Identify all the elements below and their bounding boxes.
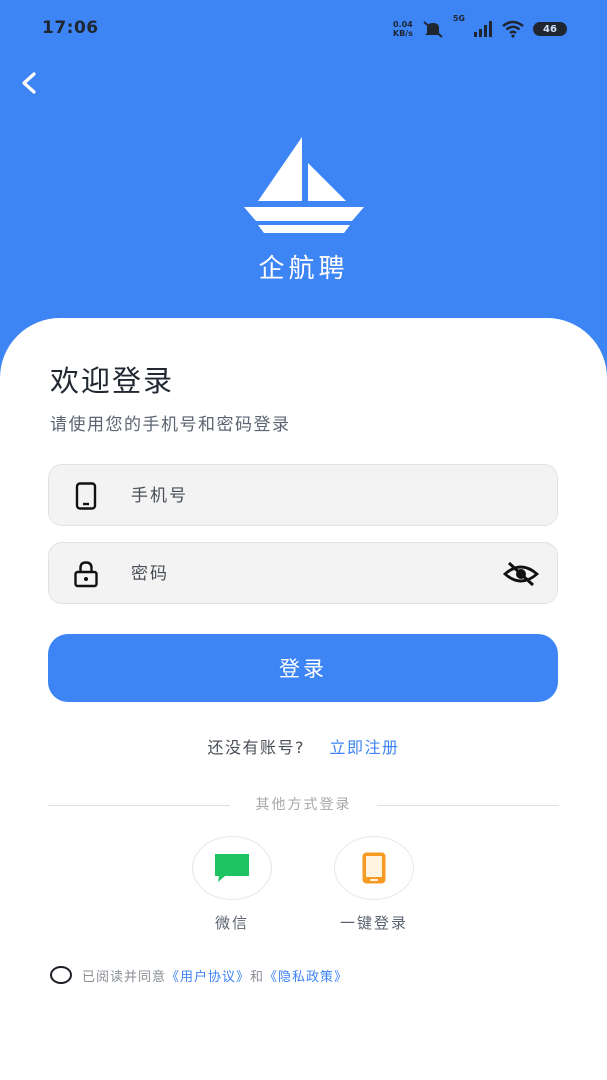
user-agreement-link[interactable]: 《用户协议》 — [166, 970, 250, 985]
net-speed: 0.04 KB/s — [392, 20, 413, 38]
app-name: 企航聘 — [258, 254, 349, 284]
wechat-login-button[interactable] — [192, 836, 272, 900]
welcome-title: 欢迎登录 — [50, 364, 175, 398]
privacy-policy-link[interactable]: 《隐私政策》 — [264, 970, 348, 985]
mute-icon — [423, 21, 443, 38]
other-login-title: 其他方式登录 — [255, 797, 352, 813]
divider-right — [377, 805, 559, 806]
back-icon[interactable] — [12, 66, 46, 100]
password-field — [48, 542, 558, 604]
onekey-login-button[interactable] — [334, 836, 414, 900]
sailboat-logo-icon — [244, 137, 364, 233]
status-bar: 17:06 0.04 KB/s 5G 46 — [0, 0, 607, 58]
mobile-phone-icon — [362, 852, 386, 884]
network-type: 5G — [452, 14, 465, 23]
register-link[interactable]: 立即注册 — [330, 738, 400, 757]
register-question: 还没有账号? — [207, 738, 305, 757]
eye-off-icon[interactable] — [503, 560, 539, 588]
agreement-text: 已阅读并同意《用户协议》和《隐私政策》 — [82, 969, 349, 985]
onekey-label: 一键登录 — [339, 914, 408, 932]
battery-indicator: 46 — [533, 22, 567, 36]
chat-bubble-icon — [215, 854, 249, 882]
phone-icon — [75, 482, 97, 510]
lock-icon — [74, 561, 98, 588]
agreement-row: 已阅读并同意《用户协议》和《隐私政策》 — [50, 963, 348, 987]
signal-icon — [474, 21, 492, 37]
status-time: 17:06 — [42, 18, 99, 38]
status-icons: 0.04 KB/s 5G 46 — [393, 14, 567, 44]
welcome-subtitle: 请使用您的手机号和密码登录 — [50, 415, 291, 435]
phone-field — [48, 464, 558, 526]
agreement-checkbox[interactable] — [50, 966, 72, 984]
divider-left — [48, 805, 230, 806]
register-row: 还没有账号? 立即注册 — [0, 734, 607, 758]
wifi-icon — [502, 20, 524, 38]
login-button[interactable]: 登录 — [48, 634, 558, 702]
wechat-label: 微信 — [214, 914, 249, 932]
password-input[interactable] — [129, 557, 493, 591]
phone-input[interactable] — [129, 479, 493, 513]
